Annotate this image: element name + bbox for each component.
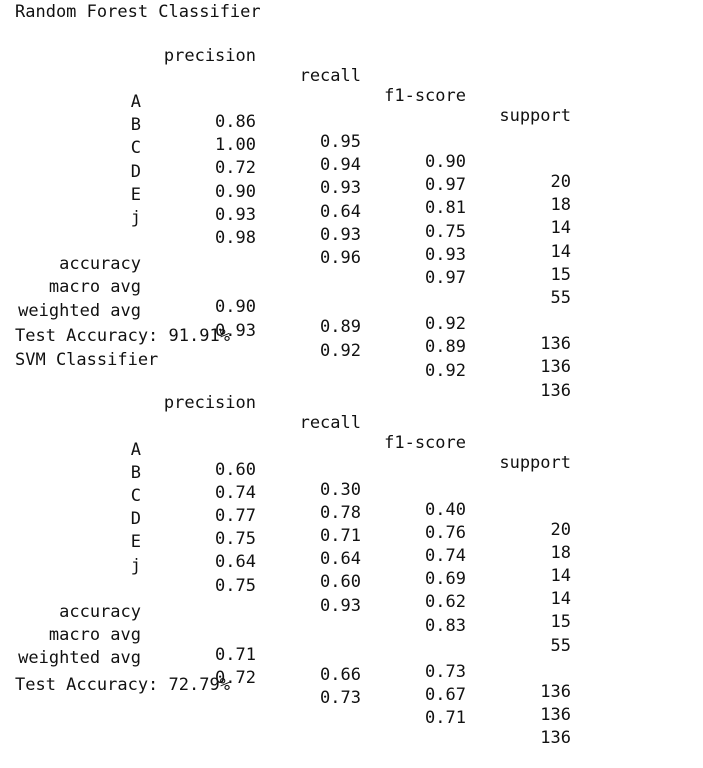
- recall-value: 0.89: [320, 317, 361, 337]
- class-row: j 0.98 0.96 0.97 55: [0, 188, 703, 308]
- row-label: j: [130, 208, 141, 228]
- f1-value: 0.71: [425, 708, 466, 728]
- test-accuracy-line: Test Accuracy: 91.91%: [15, 326, 230, 346]
- class-row: D 0.75 0.64 0.69 14: [0, 489, 703, 609]
- summary-row-macro-avg: macro avg 0.90 0.89 0.89 136: [0, 257, 703, 377]
- report-title: Random Forest Classifier: [15, 2, 261, 22]
- support-value: 136: [540, 334, 571, 354]
- support-value: 136: [540, 705, 571, 725]
- column-header-row: precision recall f1-score support: [0, 26, 703, 126]
- summary-row-weighted-avg: weighted avg 0.93 0.92 0.92 136: [0, 281, 703, 401]
- row-label: j: [130, 556, 141, 576]
- class-row: A 0.86 0.95 0.90 20: [0, 72, 703, 192]
- class-row: j 0.75 0.93 0.83 55: [0, 536, 703, 656]
- summary-row-macro-avg: macro avg 0.71 0.66 0.67 136: [0, 605, 703, 725]
- summary-row-accuracy: accuracy 0.92 136: [0, 234, 703, 354]
- class-row: B 1.00 0.94 0.97 18: [0, 95, 703, 215]
- row-label: weighted avg: [18, 301, 141, 321]
- class-row: D 0.90 0.64 0.75 14: [0, 142, 703, 262]
- report-title: SVM Classifier: [15, 350, 159, 370]
- class-row: B 0.74 0.78 0.76 18: [0, 443, 703, 563]
- f1-value: 0.73: [425, 662, 466, 682]
- f1-value: 0.67: [425, 685, 466, 705]
- test-accuracy-line: Test Accuracy: 72.79%: [15, 675, 230, 695]
- recall-value: 0.66: [320, 665, 361, 685]
- header-precision: precision: [163, 46, 256, 66]
- class-row: C 0.77 0.71 0.74 14: [0, 466, 703, 586]
- support-value: 136: [540, 682, 571, 702]
- class-row: E 0.64 0.60 0.62 15: [0, 512, 703, 632]
- class-row: E 0.93 0.93 0.93 15: [0, 165, 703, 285]
- precision-value: 0.93: [215, 205, 256, 225]
- support-value: 136: [540, 728, 571, 748]
- class-row: C 0.72 0.93 0.81 14: [0, 118, 703, 238]
- recall-value: 0.73: [320, 688, 361, 708]
- precision-value: 0.71: [215, 645, 256, 665]
- summary-row-accuracy: accuracy 0.73 136: [0, 582, 703, 702]
- header-precision: precision: [163, 393, 256, 413]
- row-label: weighted avg: [18, 648, 141, 668]
- recall-value: 0.92: [320, 341, 361, 361]
- console-output: Random Forest Classifier precision recal…: [0, 0, 703, 748]
- summary-row-weighted-avg: weighted avg 0.72 0.73 0.71 136: [0, 628, 703, 748]
- class-row: A 0.60 0.30 0.40 20: [0, 420, 703, 540]
- f1-value: 0.92: [425, 314, 466, 334]
- f1-value: 0.89: [425, 337, 466, 357]
- column-header-row: precision recall f1-score support: [0, 373, 703, 473]
